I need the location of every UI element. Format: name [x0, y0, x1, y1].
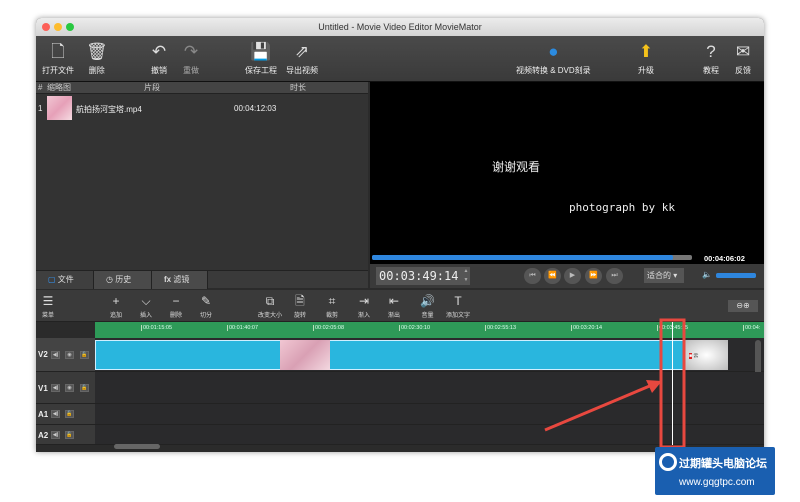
- annotation-arrow: [544, 383, 653, 432]
- annotation-overlay: [544, 318, 686, 449]
- watermark-logo-icon: [659, 453, 677, 471]
- watermark: 过期罐头电脑论坛 www.gqgtpc.com: [655, 447, 775, 495]
- highlight-box: [659, 318, 686, 449]
